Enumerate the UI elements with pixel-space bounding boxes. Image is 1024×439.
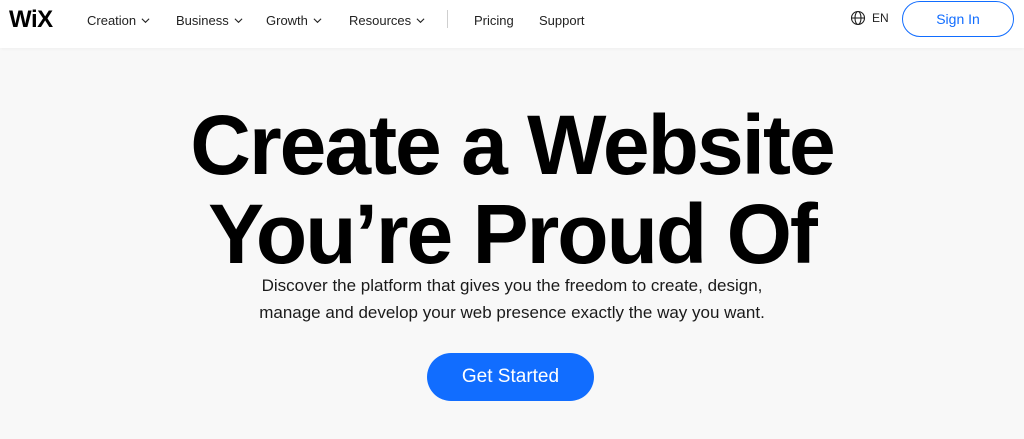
- nav-divider: [447, 10, 448, 28]
- hero-subtitle-line-1: Discover the platform that gives you the…: [261, 276, 763, 295]
- chevron-down-icon: [313, 17, 322, 23]
- nav-item-business[interactable]: Business: [176, 13, 243, 28]
- hero-title: Create a Website You’re Proud Of: [0, 101, 1024, 279]
- hero-subtitle: Discover the platform that gives you the…: [0, 272, 1024, 326]
- nav-item-creation[interactable]: Creation: [87, 13, 150, 28]
- nav-item-label: Growth: [266, 12, 308, 28]
- wix-logo[interactable]: WiX: [9, 6, 53, 34]
- hero-title-line-2: You’re Proud Of: [208, 187, 818, 281]
- language-selector[interactable]: EN: [850, 10, 889, 26]
- chevron-down-icon: [416, 17, 425, 23]
- nav-item-support[interactable]: Support: [539, 13, 585, 28]
- hero-title-line-1: Create a Website: [190, 98, 835, 192]
- hero-subtitle-line-2: manage and develop your web presence exa…: [259, 303, 765, 322]
- chevron-down-icon: [234, 17, 243, 23]
- nav-item-label: Pricing: [474, 12, 514, 28]
- top-navigation-bar: WiX Creation Business Growth Resources P…: [0, 0, 1024, 48]
- chevron-down-icon: [141, 17, 150, 23]
- globe-icon: [850, 10, 866, 26]
- nav-item-label: Resources: [349, 12, 412, 28]
- nav-item-label: Creation: [87, 12, 137, 28]
- sign-in-button[interactable]: Sign In: [902, 1, 1014, 37]
- nav-item-pricing[interactable]: Pricing: [474, 13, 514, 28]
- get-started-button[interactable]: Get Started: [427, 353, 594, 401]
- nav-item-label: Support: [539, 12, 585, 28]
- nav-item-growth[interactable]: Growth: [266, 13, 322, 28]
- nav-item-resources[interactable]: Resources: [349, 13, 425, 28]
- language-label: EN: [872, 11, 889, 25]
- nav-item-label: Business: [176, 12, 229, 28]
